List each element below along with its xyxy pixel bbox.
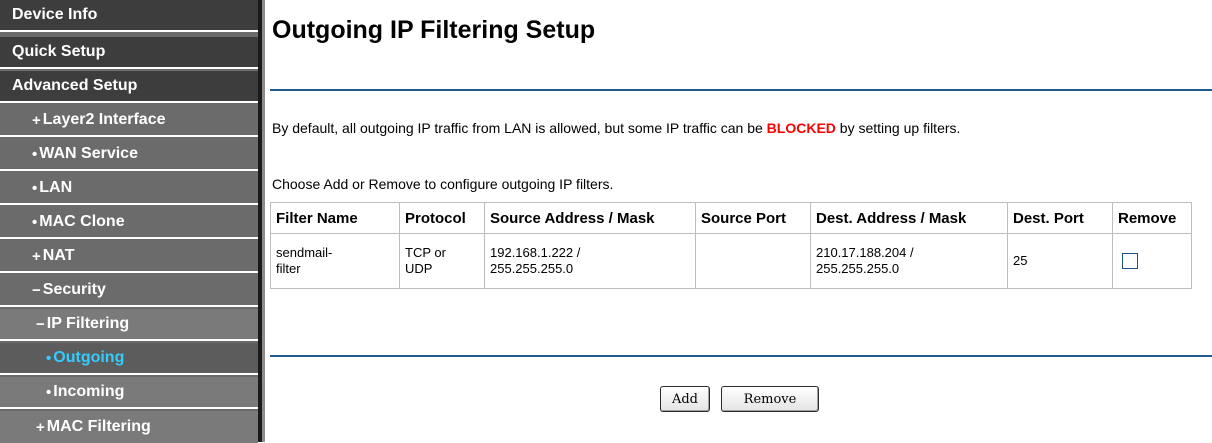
sidebar-item-label: IP Filtering	[46, 315, 130, 332]
col-header-source-port: Source Port	[695, 202, 811, 234]
bullet-icon: •	[32, 179, 38, 197]
cell-filter-name: sendmail- filter	[270, 233, 400, 289]
expand-plus-icon: +	[32, 247, 41, 265]
sidebar-item-label: MAC Filtering	[46, 418, 151, 435]
cell-remove	[1112, 233, 1192, 289]
cell-text: 255.255.255.0	[490, 261, 574, 276]
sidebar-item-label: Outgoing	[53, 349, 125, 366]
description-text: By default, all outgoing IP traffic from…	[272, 120, 960, 136]
sidebar-item-label: Quick Setup	[12, 43, 106, 60]
sidebar-item-lan[interactable]: • LAN	[0, 173, 258, 205]
sidebar: Device Info Quick Setup Advanced Setup +…	[0, 0, 258, 443]
col-header-dest-port: Dest. Port	[1007, 202, 1113, 234]
sidebar-divider-shadow	[262, 0, 265, 442]
sidebar-item-mac-clone[interactable]: • MAC Clone	[0, 207, 258, 239]
expand-plus-icon: +	[32, 111, 41, 129]
instruction-text: Choose Add or Remove to configure outgoi…	[272, 176, 614, 192]
col-header-protocol: Protocol	[399, 202, 485, 234]
sidebar-item-quick-setup[interactable]: Quick Setup	[0, 37, 258, 69]
sidebar-item-label: LAN	[39, 179, 73, 196]
sidebar-item-mac-filtering[interactable]: + MAC Filtering	[0, 411, 258, 443]
cell-protocol: TCP or UDP	[399, 233, 485, 289]
collapse-minus-icon: −	[36, 315, 45, 333]
sidebar-item-label: MAC Clone	[39, 213, 125, 230]
bullet-icon: •	[32, 145, 38, 163]
sidebar-item-wan-service[interactable]: • WAN Service	[0, 139, 258, 171]
cell-text: 210.17.188.204 /	[816, 245, 914, 260]
sidebar-item-label: WAN Service	[39, 145, 138, 162]
sidebar-item-security[interactable]: − Security	[0, 275, 258, 307]
table-row: sendmail- filter TCP or UDP 192.168.1.22…	[270, 233, 1192, 289]
cell-text: filter	[276, 261, 301, 276]
sidebar-item-label: Device Info	[12, 6, 98, 23]
sidebar-item-outgoing[interactable]: • Outgoing	[0, 343, 258, 375]
remove-button[interactable]: Remove	[721, 386, 819, 412]
table-header-row: Filter Name Protocol Source Address / Ma…	[270, 202, 1192, 234]
cell-text: UDP	[405, 261, 433, 276]
collapse-minus-icon: −	[32, 281, 41, 299]
bottom-divider	[270, 355, 1212, 357]
description-prefix: By default, all outgoing IP traffic from…	[272, 120, 767, 136]
col-header-filter-name: Filter Name	[270, 202, 400, 234]
col-header-dest-address: Dest. Address / Mask	[810, 202, 1008, 234]
sidebar-item-label: Layer2 Interface	[42, 111, 166, 128]
cell-dest-port: 25	[1007, 233, 1113, 289]
sidebar-item-advanced-setup[interactable]: Advanced Setup	[0, 71, 258, 103]
expand-plus-icon: +	[36, 418, 45, 436]
add-button[interactable]: Add	[660, 386, 710, 412]
bullet-icon: •	[46, 349, 52, 367]
sidebar-item-label: Advanced Setup	[12, 77, 138, 94]
cell-text: 192.168.1.222 /	[490, 245, 581, 260]
col-header-source-address: Source Address / Mask	[484, 202, 696, 234]
bullet-icon: •	[46, 383, 52, 401]
sidebar-item-layer2-interface[interactable]: + Layer2 Interface	[0, 105, 258, 137]
blocked-keyword: BLOCKED	[766, 120, 836, 136]
cell-text: sendmail-	[276, 245, 333, 260]
sidebar-item-incoming[interactable]: • Incoming	[0, 377, 258, 409]
cell-text: TCP or	[405, 245, 446, 260]
sidebar-item-label: Security	[42, 281, 106, 298]
sidebar-item-label: NAT	[42, 247, 75, 264]
page-title: Outgoing IP Filtering Setup	[272, 16, 596, 44]
sidebar-item-nat[interactable]: + NAT	[0, 241, 258, 273]
top-divider	[270, 89, 1212, 91]
filter-table: Filter Name Protocol Source Address / Ma…	[270, 202, 1192, 289]
description-suffix: by setting up filters.	[835, 120, 961, 136]
sidebar-item-device-info[interactable]: Device Info	[0, 0, 258, 32]
bullet-icon: •	[32, 213, 38, 231]
sidebar-item-ip-filtering[interactable]: − IP Filtering	[0, 309, 258, 341]
cell-source-address: 192.168.1.222 / 255.255.255.0	[484, 233, 696, 289]
cell-source-port	[695, 233, 811, 289]
remove-checkbox[interactable]	[1122, 253, 1138, 270]
col-header-remove: Remove	[1112, 202, 1192, 234]
sidebar-item-label: Incoming	[53, 383, 125, 400]
cell-dest-address: 210.17.188.204 / 255.255.255.0	[810, 233, 1008, 289]
cell-text: 255.255.255.0	[816, 261, 900, 276]
